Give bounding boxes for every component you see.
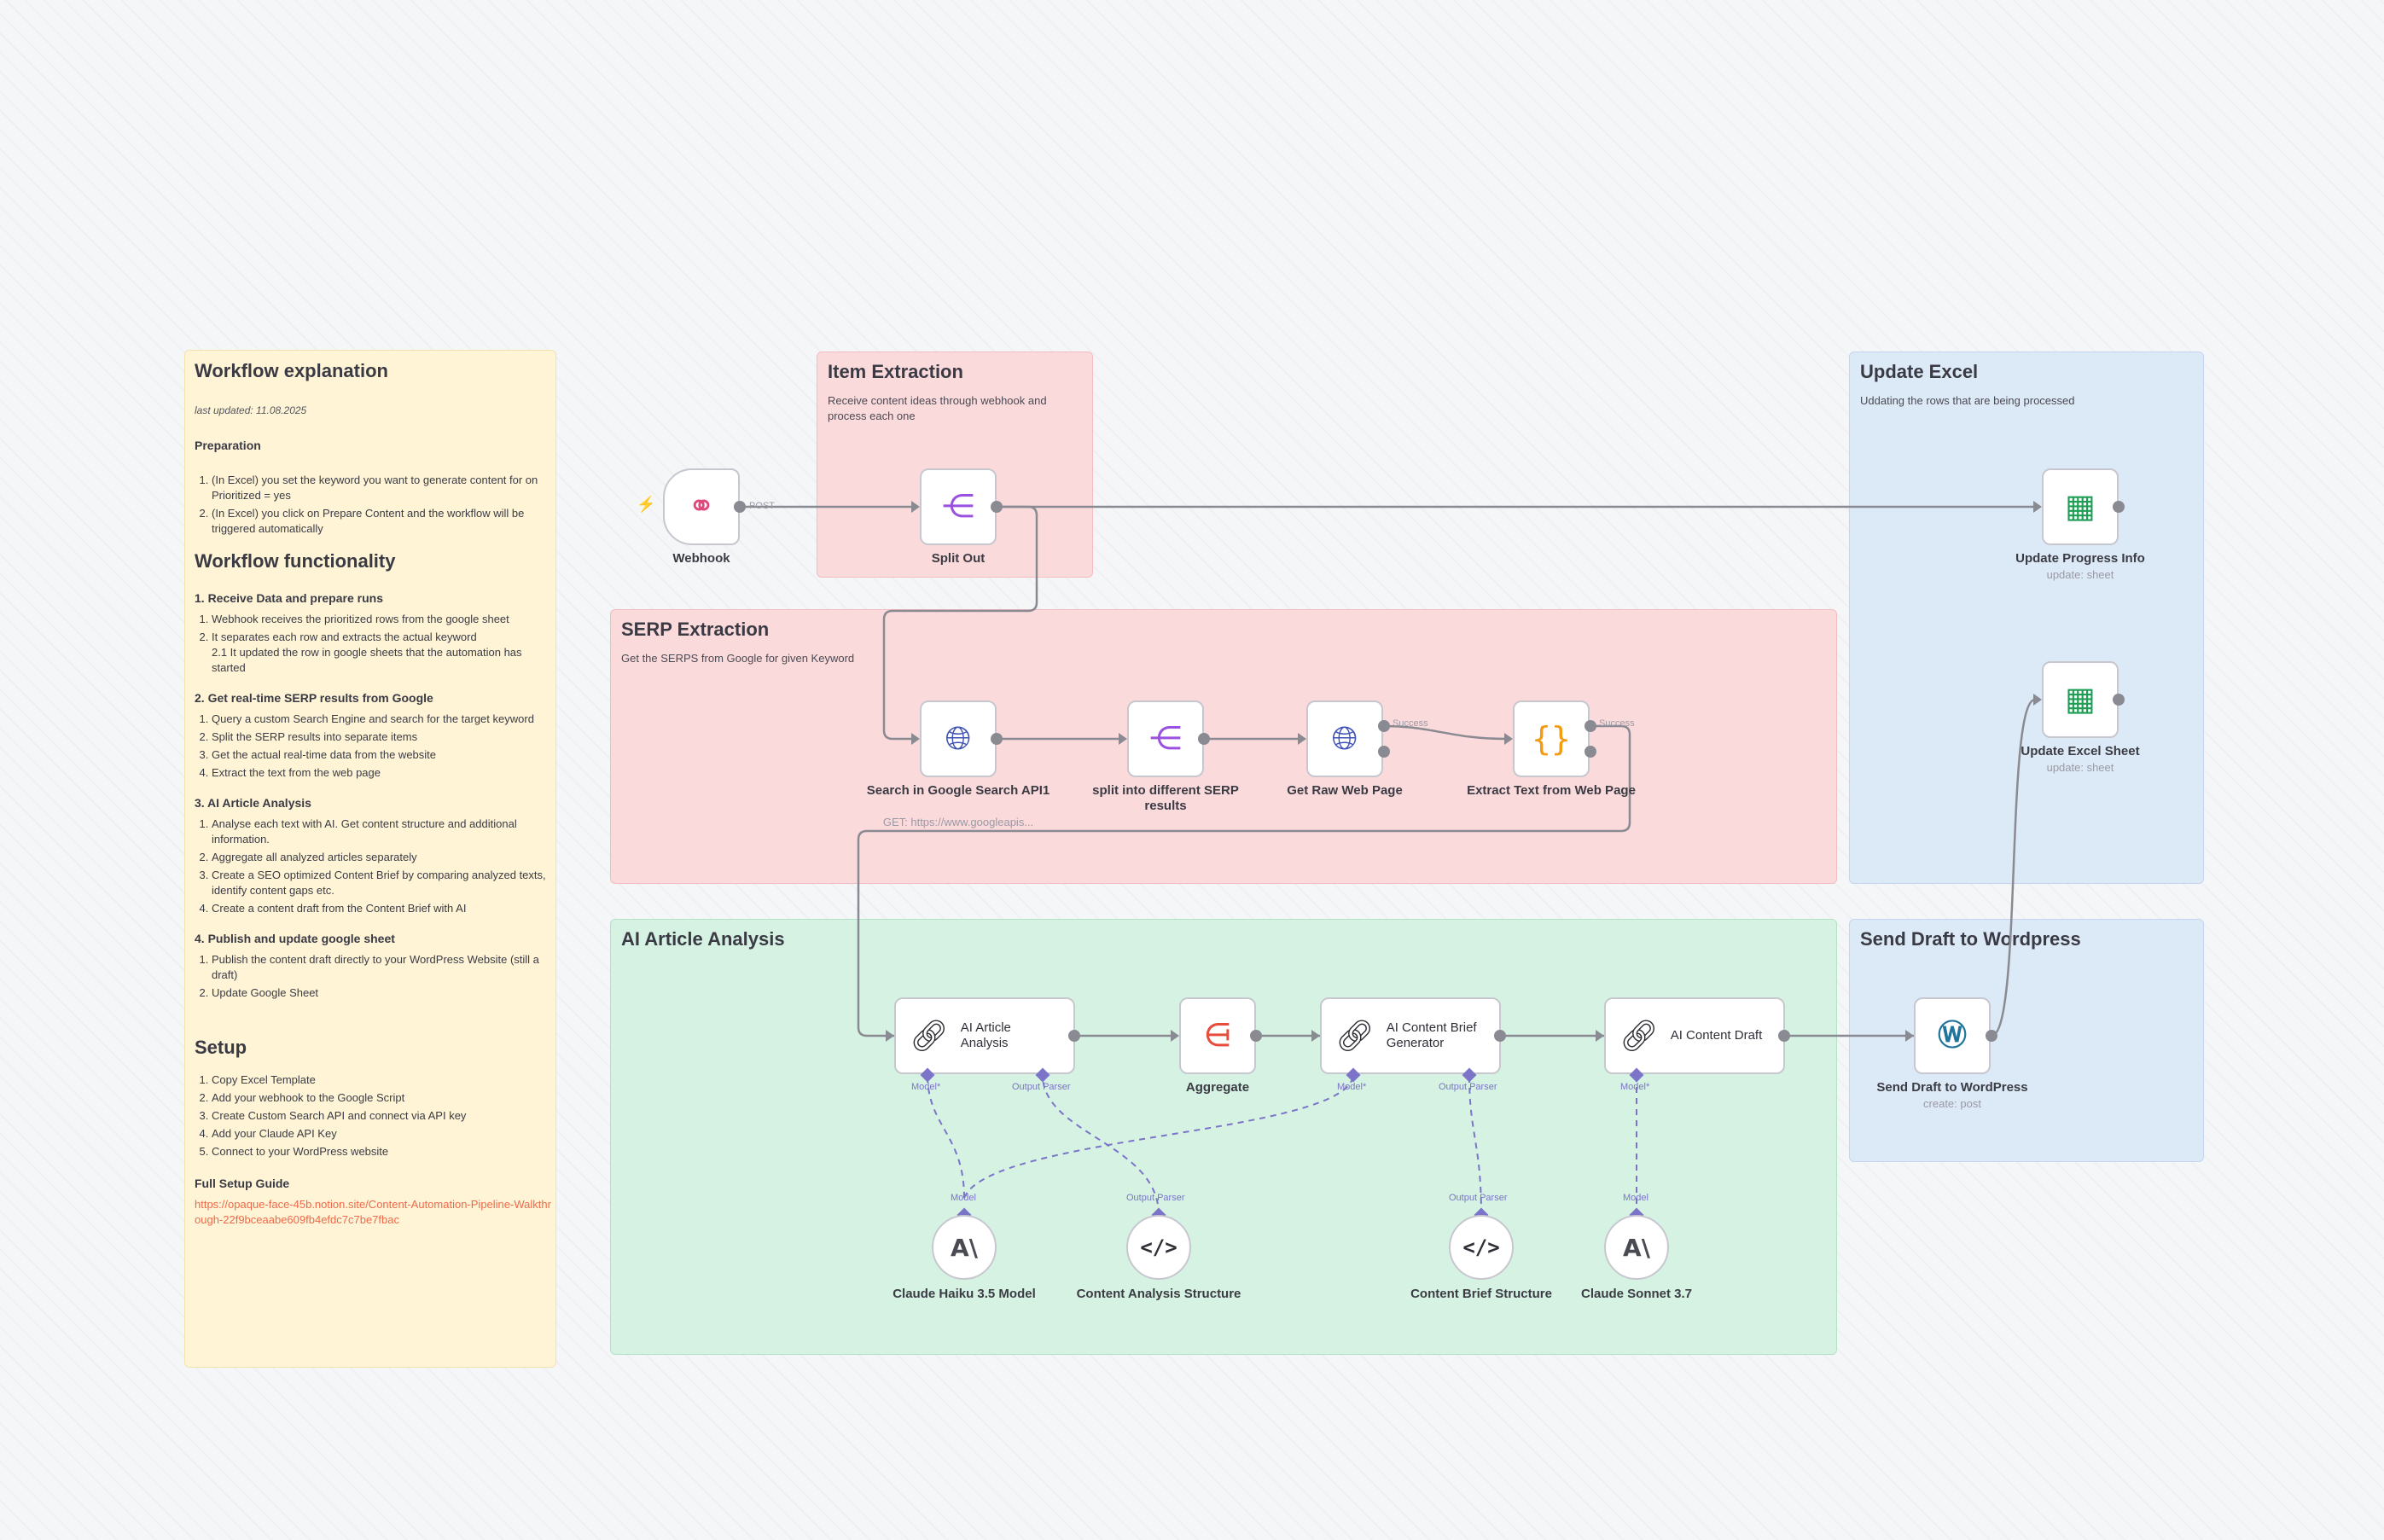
node-label: split into different SERP results xyxy=(1092,783,1239,813)
input-arrow xyxy=(886,1030,894,1042)
code-icon: </> xyxy=(1462,1235,1500,1259)
chain-link-icon: 🔗︎ xyxy=(1335,1018,1375,1053)
output-port[interactable] xyxy=(1250,1030,1262,1042)
input-arrow xyxy=(1119,733,1127,745)
webhook-node[interactable]: ⚭ xyxy=(663,468,740,545)
search-google-node[interactable]: 🌐︎ xyxy=(920,700,997,777)
output-port-error[interactable] xyxy=(1584,746,1596,758)
aggregate-icon: ⋳ xyxy=(1203,1018,1232,1054)
ai-content-draft-node[interactable]: 🔗︎ AI Content Draft xyxy=(1604,997,1785,1074)
claude-haiku-node[interactable]: A\ xyxy=(932,1215,997,1280)
output-port[interactable] xyxy=(1198,733,1210,745)
input-arrow xyxy=(1504,733,1513,745)
anthropic-icon: A\ xyxy=(951,1233,978,1262)
node-label: AI Content Brief Generator xyxy=(1386,1020,1477,1050)
content-analysis-structure-node[interactable]: </> xyxy=(1126,1215,1191,1280)
node-label: Search in Google Search API1 xyxy=(866,783,1050,798)
node-label: Get Raw Web Page xyxy=(1287,783,1403,798)
node-label: Extract Text from Web Page xyxy=(1467,783,1636,798)
model-port-label: Model* xyxy=(1337,1082,1367,1092)
output-port-success[interactable] xyxy=(1584,720,1596,732)
chain-link-icon: 🔗︎ xyxy=(1619,1018,1659,1053)
sub-node-port-label: Output Parser xyxy=(1449,1193,1508,1203)
node-sublabel: create: post xyxy=(1923,1097,1981,1110)
output-port[interactable] xyxy=(991,733,1003,745)
sub-node-port-label: Model xyxy=(1623,1193,1648,1203)
sub-node-port-label: Output Parser xyxy=(1126,1193,1185,1203)
edge-label-success: Success xyxy=(1599,718,1635,729)
webhook-icon: ⚭ xyxy=(688,489,715,525)
output-port[interactable] xyxy=(2113,694,2125,706)
code-braces-icon: {} xyxy=(1532,720,1571,758)
node-label: Content Analysis Structure xyxy=(1076,1287,1241,1301)
split-icon: ⋲ xyxy=(1149,721,1182,757)
parser-port-label: Output Parser xyxy=(1439,1082,1497,1092)
node-label: Send Draft to WordPress xyxy=(1876,1080,2028,1095)
output-port[interactable] xyxy=(1494,1030,1506,1042)
split-out-node[interactable]: ⋲ xyxy=(920,468,997,545)
input-arrow xyxy=(1171,1030,1179,1042)
input-arrow xyxy=(1596,1030,1604,1042)
edge-label-post: POST xyxy=(749,501,775,511)
chain-link-icon: 🔗︎ xyxy=(910,1018,949,1053)
output-port-error[interactable] xyxy=(1378,746,1390,758)
node-label: Update Progress Info xyxy=(2015,551,2145,566)
claude-sonnet-node[interactable]: A\ xyxy=(1604,1215,1669,1280)
node-label: AI Article Analysis xyxy=(960,1020,1011,1050)
update-excel-sheet-node[interactable]: ▦ xyxy=(2042,661,2119,738)
node-label: Update Excel Sheet xyxy=(2021,744,2140,758)
node-label: Split Out xyxy=(931,551,986,566)
wire-haiku-ai-article xyxy=(927,1074,965,1199)
parser-port-label: Output Parser xyxy=(1012,1082,1071,1092)
node-sublabel: update: sheet xyxy=(2046,761,2114,774)
ai-content-brief-node[interactable]: 🔗︎ AI Content Brief Generator xyxy=(1320,997,1501,1074)
content-brief-structure-node[interactable]: </> xyxy=(1449,1215,1514,1280)
trigger-bolt-icon: ⚡ xyxy=(637,496,656,513)
node-label: Webhook xyxy=(672,551,730,566)
split-icon: ⋲ xyxy=(942,489,974,525)
output-port[interactable] xyxy=(1778,1030,1790,1042)
output-port-success[interactable] xyxy=(1378,720,1390,732)
output-port[interactable] xyxy=(734,501,746,513)
input-arrow xyxy=(2033,694,2042,706)
get-raw-web-page-node[interactable]: 🌐︎ xyxy=(1306,700,1383,777)
node-label: Claude Haiku 3.5 Model xyxy=(893,1287,1036,1301)
sub-node-port-label: Model xyxy=(951,1193,976,1203)
extract-text-node[interactable]: {} xyxy=(1513,700,1590,777)
model-port-label: Model* xyxy=(911,1082,941,1092)
output-port[interactable] xyxy=(1986,1030,1997,1042)
node-label: AI Content Draft xyxy=(1670,1028,1763,1043)
globe-icon: 🌐︎ xyxy=(945,721,972,757)
input-arrow xyxy=(911,733,920,745)
split-serp-node[interactable]: ⋲ xyxy=(1127,700,1204,777)
code-icon: </> xyxy=(1140,1235,1177,1259)
output-port[interactable] xyxy=(2113,501,2125,513)
model-port-label: Model* xyxy=(1620,1082,1650,1092)
wordpress-icon: Ⓦ xyxy=(1938,1020,1967,1052)
input-arrow xyxy=(2033,501,2042,513)
node-sublabel: update: sheet xyxy=(2046,568,2114,581)
anthropic-icon: A\ xyxy=(1623,1233,1650,1262)
node-sublabel: GET: https://www.googleapis... xyxy=(882,816,1034,828)
ai-article-analysis-node[interactable]: 🔗︎ AI Article Analysis xyxy=(894,997,1075,1074)
input-arrow xyxy=(911,501,920,513)
node-label: Claude Sonnet 3.7 xyxy=(1580,1287,1693,1301)
input-arrow xyxy=(1905,1030,1914,1042)
aggregate-node[interactable]: ⋳ xyxy=(1179,997,1256,1074)
output-port[interactable] xyxy=(991,501,1003,513)
input-arrow xyxy=(1311,1030,1320,1042)
node-label: Aggregate xyxy=(1185,1080,1250,1095)
input-arrow xyxy=(1298,733,1306,745)
output-port[interactable] xyxy=(1068,1030,1080,1042)
send-wordpress-node[interactable]: Ⓦ xyxy=(1914,997,1991,1074)
google-sheets-icon: ▦ xyxy=(2065,682,2096,718)
google-sheets-icon: ▦ xyxy=(2065,489,2096,525)
update-progress-node[interactable]: ▦ xyxy=(2042,468,2119,545)
edge-label-success: Success xyxy=(1393,718,1428,729)
globe-icon: 🌐︎ xyxy=(1331,721,1358,757)
